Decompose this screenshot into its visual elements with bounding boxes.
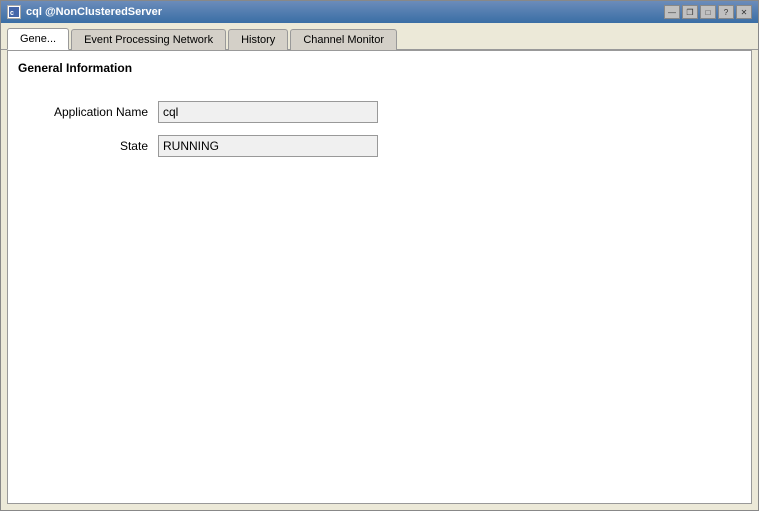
tab-epn[interactable]: Event Processing Network bbox=[71, 29, 226, 50]
main-window: c cql @NonClusteredServer — ❐ □ ? ✕ Gene… bbox=[0, 0, 759, 511]
tab-bar: Gene... Event Processing Network History… bbox=[1, 23, 758, 50]
window-controls: — ❐ □ ? ✕ bbox=[664, 5, 752, 19]
minimize-button[interactable]: — bbox=[664, 5, 680, 19]
close-button[interactable]: ✕ bbox=[736, 5, 752, 19]
state-input[interactable] bbox=[158, 135, 378, 157]
content-area: General Information Application Name Sta… bbox=[7, 50, 752, 504]
application-name-input[interactable] bbox=[158, 101, 378, 123]
restore-button[interactable]: ❐ bbox=[682, 5, 698, 19]
section-title: General Information bbox=[18, 61, 741, 75]
svg-text:c: c bbox=[10, 10, 14, 17]
app-icon: c bbox=[7, 5, 21, 19]
window-title: cql @NonClusteredServer bbox=[26, 6, 162, 18]
state-label: State bbox=[38, 139, 158, 153]
title-bar: c cql @NonClusteredServer — ❐ □ ? ✕ bbox=[1, 1, 758, 23]
form-row-application-name: Application Name bbox=[38, 101, 721, 123]
tab-history[interactable]: History bbox=[228, 29, 288, 50]
application-name-label: Application Name bbox=[38, 105, 158, 119]
help-button[interactable]: ? bbox=[718, 5, 734, 19]
tab-channel-monitor[interactable]: Channel Monitor bbox=[290, 29, 397, 50]
form-row-state: State bbox=[38, 135, 721, 157]
form-area: Application Name State bbox=[18, 91, 741, 179]
title-bar-left: c cql @NonClusteredServer bbox=[7, 5, 162, 19]
tab-general[interactable]: Gene... bbox=[7, 28, 69, 50]
maximize-button[interactable]: □ bbox=[700, 5, 716, 19]
